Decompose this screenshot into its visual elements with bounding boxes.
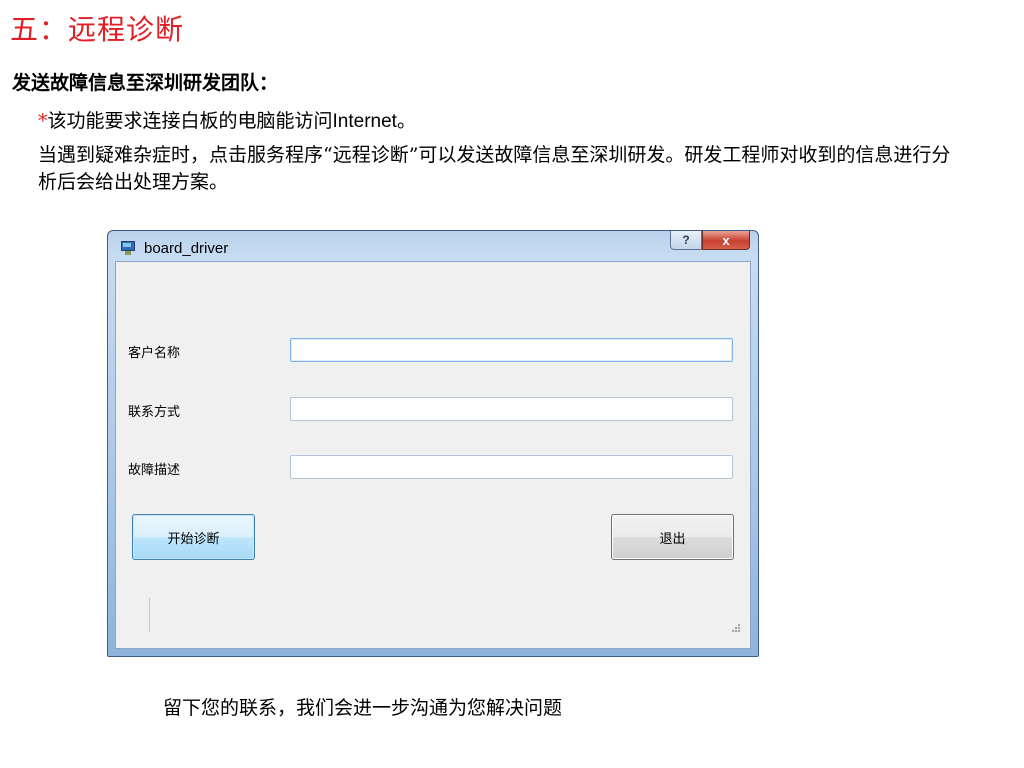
window-controls: ? x (670, 231, 750, 250)
slide-subtitle: 发送故障信息至深圳研发团队： (12, 72, 279, 94)
description-paragraph: 当遇到疑难杂症时，点击服务程序“远程诊断”可以发送故障信息至深圳研发。研发工程师… (38, 144, 951, 193)
close-icon[interactable]: x (702, 231, 750, 250)
dialog-client-area: 客户名称 联系方式 故障描述 开始诊断 退出 (115, 261, 751, 649)
resize-grip-icon[interactable] (730, 622, 740, 632)
status-divider (149, 598, 150, 632)
asterisk-mark: * (38, 110, 48, 132)
dialog-window: board_driver ? x 客户名称 联系方式 故障描述 开始诊断 退出 (107, 230, 759, 657)
monitor-icon (120, 240, 136, 256)
requirement-note: *该功能要求连接白板的电脑能访问Internet。 (38, 108, 968, 135)
customer-name-label: 客户名称 (128, 346, 181, 361)
contact-input[interactable] (290, 397, 733, 421)
slide-title: 五：远程诊断 (10, 13, 185, 46)
note-end: 。 (396, 110, 416, 132)
fault-description-input[interactable] (290, 455, 733, 479)
help-icon[interactable]: ? (670, 231, 702, 250)
customer-name-input[interactable] (290, 338, 733, 362)
slide-caption: 留下您的联系，我们会进一步沟通为您解决问题 (163, 697, 563, 719)
contact-label: 联系方式 (128, 405, 181, 420)
fault-description-label: 故障描述 (128, 463, 181, 478)
note-internet: Internet (332, 111, 397, 132)
title-bar[interactable]: board_driver (120, 237, 228, 259)
note-text: 该功能要求连接白板的电脑能访问 (47, 110, 333, 132)
window-title: board_driver (144, 239, 229, 257)
exit-button[interactable]: 退出 (611, 514, 734, 560)
start-diagnosis-button[interactable]: 开始诊断 (132, 514, 255, 560)
